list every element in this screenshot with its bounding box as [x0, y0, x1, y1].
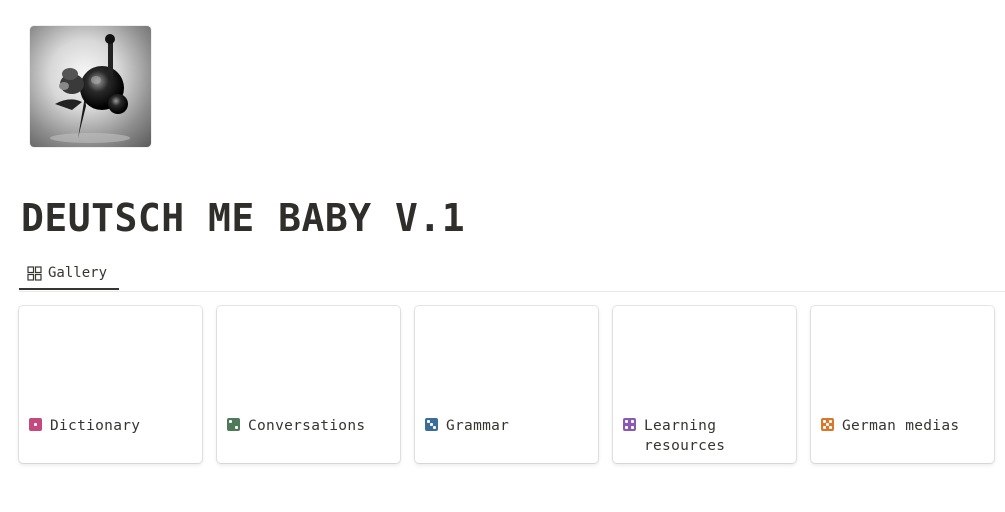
view-tabs-bar: Gallery	[19, 258, 1005, 292]
tab-label: Gallery	[48, 265, 108, 281]
gallery-card-learning-resources[interactable]: Learning resources	[613, 306, 796, 463]
tab-gallery[interactable]: Gallery	[19, 258, 119, 290]
card-title: Dictionary	[50, 418, 141, 434]
card-title: Grammar	[446, 418, 510, 434]
die-two-icon	[227, 418, 240, 431]
gallery-card-dictionary[interactable]: Dictionary	[19, 306, 202, 463]
die-five-icon	[821, 418, 834, 431]
page-title: DEUTSCH ME BABY V.1	[21, 196, 466, 240]
gallery-card-german-medias[interactable]: German medias	[811, 306, 994, 463]
gallery-grid-icon	[27, 265, 42, 281]
abstract-sculpture-icon	[50, 34, 130, 143]
gallery-card-grammar[interactable]: Grammar	[415, 306, 598, 463]
die-one-icon	[29, 418, 42, 431]
page-icon-image[interactable]	[30, 26, 151, 147]
page: DEUTSCH ME BABY V.1 Gallery Dictionary C…	[0, 0, 1005, 512]
card-title: German medias	[842, 418, 960, 434]
card-title: Learning resources	[644, 418, 726, 454]
die-four-icon	[623, 418, 636, 431]
gallery-view: Dictionary Conversations Grammar Learnin…	[19, 306, 999, 466]
die-three-icon	[425, 418, 438, 431]
card-title: Conversations	[248, 418, 366, 434]
gallery-card-conversations[interactable]: Conversations	[217, 306, 400, 463]
